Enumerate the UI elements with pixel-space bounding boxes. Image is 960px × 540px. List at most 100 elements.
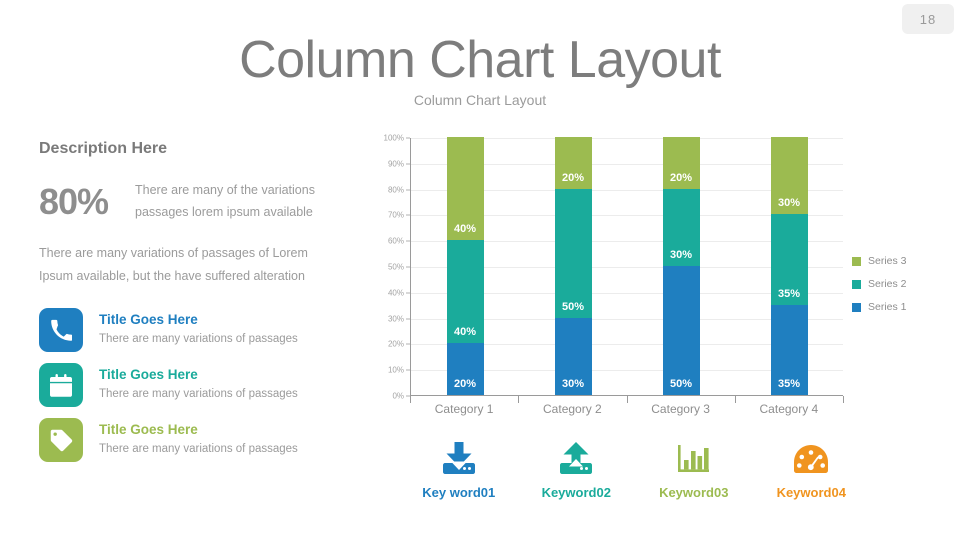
bar-segment[interactable]: 35%: [770, 304, 808, 395]
feature-subtitle-3: There are many variations of passages: [99, 443, 298, 456]
legend-label: Series 1: [868, 301, 907, 313]
bar-group: 35% 35% 30%: [735, 137, 843, 395]
legend-item[interactable]: Series 3: [852, 255, 907, 267]
bar-segment[interactable]: 30%: [554, 317, 592, 395]
feature-item-3[interactable]: Title Goes Here There are many variation…: [39, 418, 349, 462]
keyword-item-3[interactable]: Keyword03: [635, 438, 753, 500]
feature-body-1: Title Goes Here There are many variation…: [99, 308, 298, 350]
y-axis-tick: [406, 266, 410, 268]
y-axis-tick-label: 20%: [387, 339, 404, 349]
bar-segment[interactable]: 35%: [770, 214, 808, 305]
calendar-icon: [39, 363, 83, 407]
keyword-label-3: Keyword03: [659, 485, 729, 500]
page-number-label: 18: [919, 11, 937, 27]
y-axis-tick: [406, 369, 410, 371]
download-icon: [441, 438, 477, 480]
x-axis-category-label: Category 4: [759, 402, 819, 416]
chart-plot-area: 20% 40% 40% 30% 50% 20% 50% 30% 20% 35% 35% 30%: [410, 137, 843, 396]
feature-item-1[interactable]: Title Goes Here There are many variation…: [39, 308, 349, 352]
keyword-item-2[interactable]: Keyword02: [518, 438, 636, 500]
stat-description-line-2: passages lorem ipsum available: [135, 204, 313, 219]
x-axis-category-label: Category 2: [543, 402, 602, 416]
stat-block: 80% There are many of the variations pas…: [39, 180, 349, 224]
feature-item-2[interactable]: Title Goes Here There are many variation…: [39, 363, 349, 407]
x-axis-category-label: Category 1: [434, 402, 494, 416]
stacked-bar[interactable]: 35% 35% 30%: [770, 137, 808, 395]
bar-segment[interactable]: 20%: [662, 137, 700, 189]
x-axis-category-label: Category 3: [651, 402, 710, 416]
stacked-bar[interactable]: 50% 30% 20%: [662, 137, 700, 395]
slide: 18 Column Chart Layout Column Chart Layo…: [0, 0, 960, 540]
feature-subtitle-1: There are many variations of passages: [99, 333, 298, 346]
description-panel: Description Here 80% There are many of t…: [39, 140, 349, 473]
bar-segment[interactable]: 30%: [662, 188, 700, 266]
feature-title-2: Title Goes Here: [99, 367, 198, 382]
stat-description-line-1: There are many of the variations: [135, 183, 315, 197]
x-axis-tick: [843, 396, 844, 403]
stacked-bar[interactable]: 30% 50% 20%: [554, 137, 592, 395]
feature-body-2: Title Goes Here There are many variation…: [99, 363, 298, 405]
y-axis-tick: [406, 137, 410, 139]
y-axis-tick-label: 80%: [387, 185, 404, 195]
chart-bars: 20% 40% 40% 30% 50% 20% 50% 30% 20% 35% 35% 30%: [411, 137, 843, 395]
stacked-bar[interactable]: 20% 40% 40%: [446, 137, 484, 395]
keyword-label-4: Keyword04: [776, 485, 846, 500]
bar-segment[interactable]: 40%: [446, 240, 484, 344]
bar-segment-label: 20%: [561, 171, 585, 184]
x-axis-labels: Category 1 Category 2 Category 3 Category 4: [410, 402, 843, 416]
bar-chart-icon: [677, 438, 711, 480]
bar-segment-label: 20%: [669, 171, 693, 184]
bar-group: 30% 50% 20%: [519, 137, 627, 395]
y-axis-tick: [406, 292, 410, 294]
bar-segment[interactable]: 20%: [554, 137, 592, 189]
y-axis-tick: [406, 189, 410, 191]
bar-segment[interactable]: 40%: [446, 137, 484, 241]
y-axis-tick-label: 10%: [387, 365, 404, 375]
phone-icon: [39, 308, 83, 352]
description-heading: Description Here: [39, 140, 168, 157]
keyword-label-1: Key word01: [422, 485, 496, 500]
bar-segment-label: 30%: [777, 197, 801, 210]
keyword-row: Key word01 Keyword02 Keyword03 Keyword04: [400, 438, 870, 500]
y-axis-tick: [406, 163, 410, 165]
legend-label: Series 3: [868, 255, 907, 267]
y-axis-tick: [406, 318, 410, 320]
legend-swatch: [852, 256, 861, 266]
y-axis-labels: 0% 10% 20% 30% 40% 50% 60% 70% 80% 90% 100%: [373, 134, 404, 401]
bar-segment-label: 40%: [453, 223, 477, 236]
keyword-item-4[interactable]: Keyword04: [753, 438, 871, 500]
bar-group: 20% 40% 40%: [411, 137, 519, 395]
bar-segment[interactable]: 50%: [554, 188, 592, 318]
y-axis-tick-label: 30%: [387, 314, 404, 324]
feature-title-3: Title Goes Here: [99, 422, 198, 437]
keyword-label-2: Keyword02: [541, 485, 611, 500]
upload-icon: [558, 438, 594, 480]
bar-segment[interactable]: 50%: [662, 266, 700, 395]
bar-segment-label: 35%: [777, 287, 801, 300]
bar-segment[interactable]: 30%: [770, 137, 808, 215]
feature-subtitle-2: There are many variations of passages: [99, 388, 298, 401]
legend-swatch: [852, 279, 861, 289]
legend-item[interactable]: Series 1: [852, 301, 907, 313]
y-axis-tick-label: 50%: [387, 262, 404, 272]
bar-segment-label: 30%: [669, 249, 693, 261]
feature-title-1: Title Goes Here: [99, 312, 198, 327]
legend-label: Series 2: [868, 278, 907, 290]
y-axis-tick: [406, 395, 410, 397]
feature-body-3: Title Goes Here There are many variation…: [99, 418, 298, 460]
y-axis-tick-label: 90%: [387, 159, 404, 169]
y-axis-tick-label: 100%: [383, 133, 404, 143]
bar-segment-label: 35%: [777, 378, 801, 390]
page-number-badge: 18: [902, 4, 954, 34]
y-axis-tick-label: 0%: [392, 391, 404, 401]
legend-item[interactable]: Series 2: [852, 278, 907, 290]
speedometer-icon: [793, 438, 829, 480]
bar-segment[interactable]: 20%: [446, 343, 484, 395]
bar-segment-label: 50%: [561, 300, 585, 313]
keyword-item-1[interactable]: Key word01: [400, 438, 518, 500]
page-subtitle: Column Chart Layout: [413, 92, 547, 108]
paragraph-line-1: There are many variations of passages of…: [39, 245, 308, 260]
page-title: Column Chart Layout: [239, 31, 721, 89]
stacked-column-chart: 0% 10% 20% 30% 40% 50% 60% 70% 80% 90% 100% 20% 40%…: [373, 134, 844, 434]
y-axis-tick: [406, 214, 410, 216]
